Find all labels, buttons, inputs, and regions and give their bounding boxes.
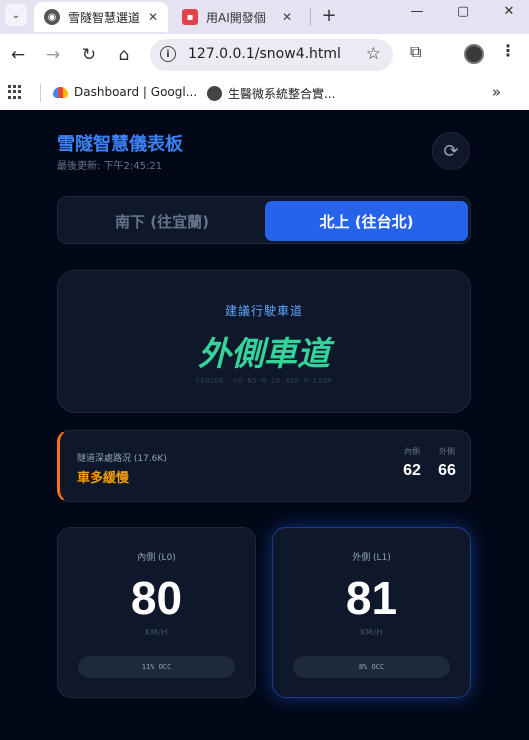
bookmarks-bar: Dashboard | Googl... 生醫微系統整合實... » — [0, 76, 529, 110]
traffic-outer-label: 外側 — [439, 447, 455, 456]
traffic-status-card: 隧道深處路況 (17.6K) 車多緩慢 內側 62 外側 66 — [57, 430, 471, 502]
tab-search-chevron-icon[interactable]: ⌄ — [5, 4, 27, 26]
info-icon[interactable]: i — [160, 46, 176, 62]
menu-kebab-icon[interactable]: ⋮ — [500, 41, 516, 60]
close-icon[interactable]: ✕ — [282, 10, 292, 24]
lane-card-outer: 外側 (L1) 81 KM/H 8% OCC — [272, 527, 471, 698]
tab-bar: ⌄ ◉ 雪隧智慧選道 ✕ ▪ 用AI開發個 ✕ + — ▢ ✕ — [0, 0, 529, 34]
refresh-icon: ⟳ — [443, 140, 459, 162]
bookmark-dashboard[interactable]: Dashboard | Googl... — [53, 85, 197, 99]
back-icon[interactable]: ← — [5, 42, 31, 68]
page-title: 雪隧智慧儀表板 — [57, 134, 183, 155]
maximize-icon[interactable]: ▢ — [448, 4, 478, 19]
globe-icon — [207, 86, 222, 101]
direction-toggle: 南下 (往宜蘭) 北上 (往台北) — [57, 196, 471, 244]
avatar[interactable] — [464, 44, 484, 64]
extensions-icon[interactable]: ⧉ — [410, 42, 421, 62]
lane-speed: 80 — [130, 572, 183, 624]
new-tab-icon[interactable]: + — [318, 4, 340, 26]
tab-title: 用AI開發個 — [206, 10, 266, 25]
apps-grid-icon[interactable] — [8, 85, 22, 99]
lane-occupancy: 8% OCC — [293, 656, 450, 678]
traffic-inner-value: 62 — [403, 462, 421, 479]
lane-unit: KM/H — [360, 628, 383, 637]
more-bookmarks-icon[interactable]: » — [492, 83, 501, 101]
close-window-icon[interactable]: ✕ — [494, 4, 524, 19]
last-updated: 最後更新: 下午2:45:21 — [57, 161, 163, 172]
globe-icon: ◉ — [44, 9, 60, 25]
traffic-section-label: 隧道深處路況 (17.6K) — [77, 454, 167, 464]
traffic-outer-value: 66 — [438, 462, 456, 479]
lane-name: 外側 (L1) — [352, 553, 391, 563]
close-icon[interactable]: ✕ — [148, 10, 158, 24]
bookmark-label: 生醫微系統整合實... — [228, 87, 336, 101]
bookmark-label: Dashboard | Googl... — [74, 85, 198, 99]
refresh-button[interactable]: ⟳ — [432, 132, 470, 170]
dashboard-page: 雪隧智慧儀表板 最後更新: 下午2:45:21 ⟳ 南下 (往宜蘭) 北上 (往… — [0, 110, 529, 740]
forward-icon[interactable]: → — [40, 42, 66, 68]
star-icon[interactable]: ☆ — [366, 44, 381, 64]
traffic-outer: 外側 66 — [432, 446, 462, 480]
traffic-inner: 內側 62 — [397, 446, 427, 480]
traffic-status: 車多緩慢 — [77, 471, 130, 486]
tab-active[interactable]: ◉ 雪隧智慧選道 ✕ — [34, 2, 168, 32]
lane-speed: 81 — [345, 572, 398, 624]
lane-unit: KM/H — [145, 628, 168, 637]
url-text[interactable]: 127.0.0.1/snow4.html — [188, 46, 341, 62]
recommended-lane: 外側車道 — [198, 334, 330, 373]
address-bar[interactable]: i 127.0.0.1/snow4.html ☆ — [150, 39, 393, 71]
tab-title: 雪隧智慧選道 — [68, 10, 141, 25]
recommendation-card: 建議行駛車道 外側車道 SENSOR: VD-N5-N-28.428-M-LOO… — [57, 270, 471, 413]
direction-north-button[interactable]: 北上 (往台北) — [265, 201, 468, 241]
lane-occupancy: 11% OCC — [78, 656, 235, 678]
sensor-id: SENSOR: VD-N5-N-28.428-M-LOOP — [195, 377, 333, 385]
minimize-icon[interactable]: — — [402, 4, 432, 19]
tab-separator — [310, 8, 311, 26]
reload-icon[interactable]: ↻ — [76, 42, 102, 68]
lane-name: 內側 (L0) — [137, 553, 176, 563]
traffic-inner-label: 內側 — [404, 447, 420, 456]
tab-inactive[interactable]: ▪ 用AI開發個 ✕ — [172, 2, 302, 32]
lane-card-inner: 內側 (L0) 80 KM/H 11% OCC — [57, 527, 256, 698]
direction-south-button[interactable]: 南下 (往宜蘭) — [62, 201, 262, 241]
app-favicon-icon: ▪ — [182, 9, 198, 25]
cloud-icon — [53, 86, 68, 98]
recommendation-label: 建議行駛車道 — [224, 304, 303, 318]
browser-toolbar: ← → ↻ ⌂ i 127.0.0.1/snow4.html ☆ ⧉ ⋮ — [0, 34, 529, 76]
bookmark-lab[interactable]: 生醫微系統整合實... — [207, 85, 335, 102]
home-icon[interactable]: ⌂ — [111, 42, 137, 68]
bookmark-separator — [40, 84, 41, 102]
